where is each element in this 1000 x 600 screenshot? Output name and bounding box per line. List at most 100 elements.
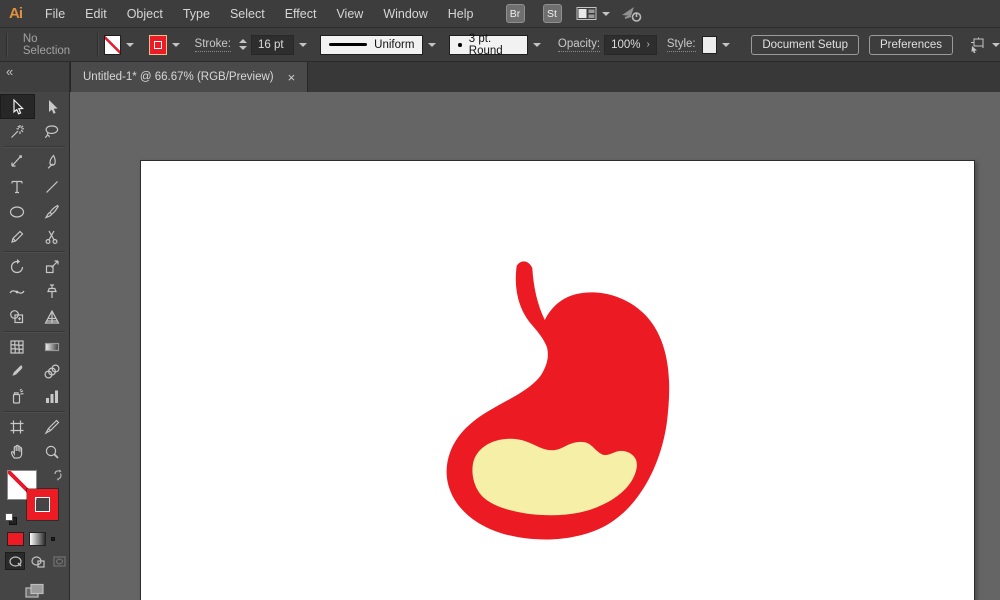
fill-color-swatch[interactable] <box>104 35 121 55</box>
style-dropdown[interactable] <box>717 39 735 51</box>
stroke-indicator-red[interactable] <box>27 489 58 520</box>
opacity-field[interactable]: 100% › <box>604 35 657 55</box>
color-button[interactable] <box>7 532 24 546</box>
zoom-tool[interactable] <box>35 439 70 464</box>
draw-normal-button[interactable] <box>5 552 25 570</box>
stomach-artwork[interactable] <box>429 245 721 547</box>
line-segment-tool[interactable] <box>35 174 70 199</box>
stroke-color-dropdown[interactable] <box>167 39 185 51</box>
curvature-tool[interactable] <box>35 149 70 174</box>
width-profile-dropdown[interactable]: Uniform <box>320 35 423 55</box>
ellipse-tool-icon <box>8 203 26 221</box>
curvature-tool-icon <box>43 153 61 171</box>
tab-close-icon[interactable]: × <box>288 71 296 84</box>
stroke-weight-field[interactable]: 16 pt <box>251 35 294 55</box>
menu-edit[interactable]: Edit <box>75 7 117 21</box>
artboard-tool[interactable] <box>0 414 35 439</box>
menu-effect[interactable]: Effect <box>275 7 327 21</box>
chevron-down-icon <box>428 43 436 47</box>
draw-behind-icon <box>30 555 45 568</box>
gpu-performance-icon[interactable] <box>620 5 644 23</box>
preferences-button[interactable]: Preferences <box>869 35 953 55</box>
document-tab[interactable]: Untitled-1* @ 66.67% (RGB/Preview) × <box>70 62 308 92</box>
tool-group-separator <box>4 331 65 332</box>
menu-type[interactable]: Type <box>173 7 220 21</box>
direct-selection-tool-icon <box>43 98 61 116</box>
arrange-documents-dropdown[interactable] <box>576 6 610 21</box>
shape-builder-tool-icon <box>8 308 26 326</box>
menu-file[interactable]: File <box>35 7 75 21</box>
brush-definition-dropdown[interactable]: 3 pt. Round <box>449 35 527 55</box>
menu-object[interactable]: Object <box>117 7 173 21</box>
ellipse-tool[interactable] <box>0 199 35 224</box>
opacity-panel-link[interactable]: Opacity: <box>558 38 600 52</box>
pen-tool[interactable] <box>0 149 35 174</box>
line-segment-tool-icon <box>43 178 61 196</box>
width-profile-chevron[interactable] <box>423 39 441 51</box>
selection-tool[interactable] <box>0 94 35 119</box>
hand-tool[interactable] <box>0 439 35 464</box>
stroke-panel-link[interactable]: Stroke: <box>195 38 231 52</box>
stepper-down-icon <box>239 46 247 50</box>
type-tool[interactable] <box>0 174 35 199</box>
align-dropdown[interactable] <box>969 37 1000 53</box>
magic-wand-tool[interactable] <box>0 119 35 144</box>
collapse-tools-panel-button[interactable]: « <box>0 62 70 92</box>
menu-help[interactable]: Help <box>438 7 484 21</box>
blend-tool[interactable] <box>35 359 70 384</box>
stroke-weight-stepper[interactable] <box>239 39 247 50</box>
draw-behind-button[interactable] <box>27 552 47 570</box>
stock-button[interactable]: St <box>543 4 562 23</box>
none-button[interactable] <box>51 537 55 541</box>
brush-definition-chevron[interactable] <box>528 39 546 51</box>
shape-builder-tool[interactable] <box>0 304 35 329</box>
menu-window[interactable]: Window <box>373 7 437 21</box>
eyedropper-tool[interactable] <box>0 359 35 384</box>
scale-tool[interactable] <box>35 254 70 279</box>
gradient-tool[interactable] <box>35 334 70 359</box>
style-swatch[interactable] <box>702 36 718 54</box>
width-profile-value: Uniform <box>374 39 414 51</box>
width-tool[interactable] <box>0 279 35 304</box>
puppet-warp-tool[interactable] <box>35 279 70 304</box>
chevron-down-icon <box>299 43 307 47</box>
slice-tool[interactable] <box>35 414 70 439</box>
swap-fill-stroke-icon[interactable] <box>52 469 64 481</box>
draw-normal-icon <box>8 555 23 568</box>
paintbrush-tool-icon <box>43 203 61 221</box>
style-panel-link[interactable]: Style: <box>667 38 696 52</box>
pencil-tool[interactable] <box>0 224 35 249</box>
direct-selection-tool[interactable] <box>35 94 70 119</box>
column-graph-tool[interactable] <box>35 384 70 409</box>
lasso-tool[interactable] <box>35 119 70 144</box>
stepper-up-icon <box>239 39 247 43</box>
chevron-down-icon <box>533 43 541 47</box>
change-screen-mode-button[interactable] <box>0 572 69 600</box>
menu-view[interactable]: View <box>326 7 373 21</box>
chevron-down-icon <box>172 43 180 47</box>
selection-tool-icon <box>8 98 26 116</box>
rotate-tool[interactable] <box>0 254 35 279</box>
document-setup-button[interactable]: Document Setup <box>751 35 859 55</box>
scissors-tool[interactable] <box>35 224 70 249</box>
selection-status: No Selection <box>13 33 91 57</box>
paintbrush-tool[interactable] <box>35 199 70 224</box>
default-fill-stroke-icon[interactable] <box>5 513 17 525</box>
draw-inside-button[interactable] <box>49 552 69 570</box>
symbol-sprayer-tool[interactable] <box>0 384 35 409</box>
chevron-down-icon <box>722 43 730 47</box>
perspective-grid-tool[interactable] <box>35 304 70 329</box>
scale-tool-icon <box>43 258 61 276</box>
stroke-weight-dropdown[interactable] <box>294 39 312 51</box>
stroke-color-swatch[interactable] <box>149 35 166 55</box>
bridge-button[interactable]: Br <box>506 4 525 23</box>
type-tool-icon <box>8 178 26 196</box>
canvas-pasteboard[interactable] <box>70 92 1000 600</box>
artboard[interactable] <box>140 160 975 600</box>
chevron-down-icon <box>602 12 610 16</box>
gradient-button[interactable] <box>29 532 46 546</box>
rotate-tool-icon <box>8 258 26 276</box>
menu-select[interactable]: Select <box>220 7 275 21</box>
fill-color-dropdown[interactable] <box>121 39 139 51</box>
mesh-tool[interactable] <box>0 334 35 359</box>
